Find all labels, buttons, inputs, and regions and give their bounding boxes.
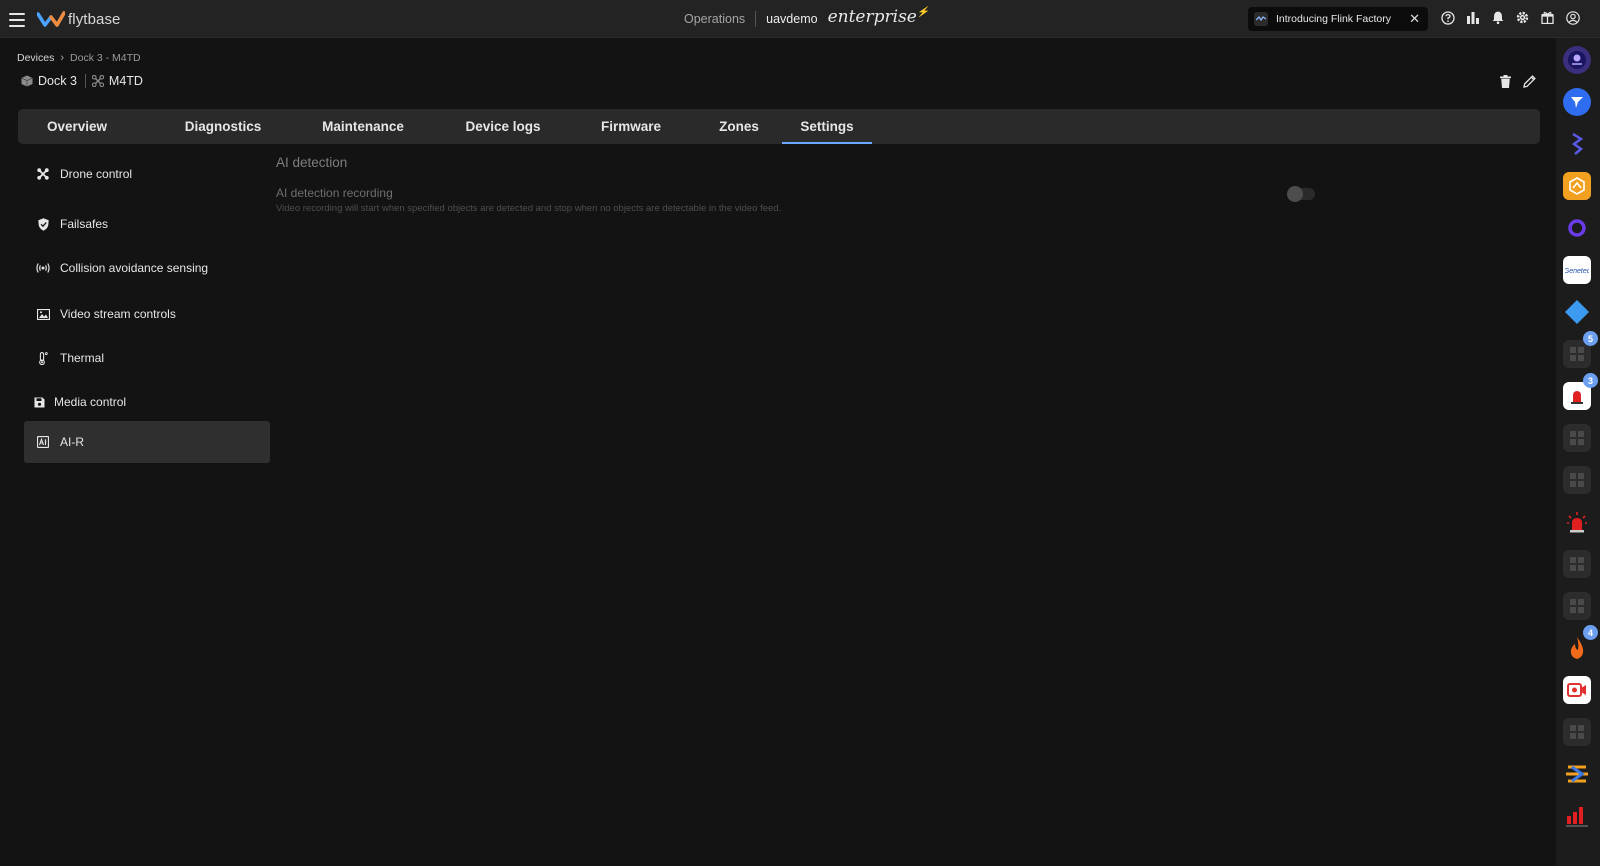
menu-item-label: Failsafes: [60, 217, 109, 231]
promo-text: Introducing Flink Factory: [1276, 13, 1391, 25]
tab-settings[interactable]: Settings: [782, 109, 872, 144]
menu-item-label: Media control: [54, 395, 127, 409]
brand-name: flytbase: [68, 10, 121, 28]
breadcrumb-current: Dock 3 - M4TD: [70, 52, 141, 64]
menu-item-video-stream-controls[interactable]: Video stream controls: [24, 293, 270, 335]
edition-label: enterprise⚡: [827, 7, 930, 27]
setting-description: Video recording will start when specifie…: [276, 203, 782, 214]
workspace-switcher: Operations uavdemo enterprise⚡: [684, 7, 929, 27]
svg-text:Genetec: Genetec: [1565, 268, 1589, 275]
menu-item-label: Drone control: [60, 167, 133, 181]
tab-zones[interactable]: Zones: [698, 109, 780, 144]
dock-name: Dock 3: [38, 74, 77, 88]
app-fire-icon[interactable]: 4: [1563, 625, 1598, 662]
device-tabs: Overview Diagnostics Maintenance Device …: [18, 109, 1540, 144]
app-placeholder-icon[interactable]: [1563, 424, 1591, 452]
shield-icon: [36, 217, 50, 231]
radar-icon: [36, 261, 50, 275]
app-placeholder-icon[interactable]: [1563, 466, 1591, 494]
user-avatar-icon[interactable]: [1565, 10, 1580, 25]
drone-icon: [36, 167, 50, 181]
app-placeholder-icon[interactable]: [1563, 592, 1591, 620]
app-badge: 5: [1583, 331, 1598, 346]
tab-overview[interactable]: Overview: [18, 109, 136, 144]
app-rail: Genetec 5 3 4: [1556, 38, 1600, 866]
breadcrumb-devices-link[interactable]: Devices: [17, 52, 54, 64]
menu-item-failsafes[interactable]: Failsafes: [24, 203, 270, 245]
trash-icon[interactable]: [1498, 74, 1513, 89]
app-video-record-icon[interactable]: [1563, 676, 1591, 704]
menu-item-label: Thermal: [60, 351, 105, 365]
menu-item-drone-control[interactable]: Drone control: [24, 153, 270, 195]
app-siren-icon[interactable]: [1563, 508, 1591, 536]
app-placeholder-icon[interactable]: 5: [1563, 331, 1598, 368]
app-stripes-icon[interactable]: [1563, 760, 1591, 788]
app-alarm-icon[interactable]: 3: [1563, 373, 1598, 410]
app-chart-logo-icon[interactable]: [1563, 802, 1591, 830]
menu-item-label: Video stream controls: [60, 307, 176, 321]
menu-item-media-control[interactable]: Media control: [24, 381, 270, 423]
edition-mark-icon: ⚡: [916, 7, 930, 18]
dock-box-icon: [21, 75, 33, 87]
breadcrumb: Devices › Dock 3 - M4TD: [17, 52, 141, 64]
tab-maintenance[interactable]: Maintenance: [298, 109, 428, 144]
setting-title: AI detection recording: [276, 186, 393, 200]
top-bar: flytbase Operations uavdemo enterprise⚡ …: [0, 0, 1600, 38]
drone-name: M4TD: [108, 74, 143, 88]
analytics-icon[interactable]: [1465, 10, 1480, 25]
title-actions: [1498, 74, 1537, 89]
flink-factory-icon: [1254, 12, 1268, 26]
hamburger-menu-icon[interactable]: [9, 13, 25, 27]
app-genetec-icon[interactable]: Genetec: [1563, 256, 1591, 284]
menu-item-collision-avoidance[interactable]: Collision avoidance sensing: [24, 247, 270, 289]
app-hexagon-icon[interactable]: [1563, 172, 1591, 200]
top-icons: [1440, 10, 1580, 25]
video-stream-icon: [36, 307, 50, 321]
promo-banner[interactable]: Introducing Flink Factory ✕: [1248, 7, 1428, 31]
app-ring-icon[interactable]: [1563, 214, 1591, 242]
app-badge: 3: [1583, 373, 1598, 388]
menu-item-thermal[interactable]: Thermal: [24, 337, 270, 379]
ai-detection-recording-toggle[interactable]: [1287, 186, 1315, 202]
operations-link[interactable]: Operations: [684, 11, 757, 27]
brand-logo[interactable]: flytbase: [37, 9, 121, 29]
app-badge: 4: [1583, 625, 1598, 640]
promo-close-icon[interactable]: ✕: [1409, 11, 1420, 27]
menu-item-label: Collision avoidance sensing: [60, 261, 209, 275]
device-title: Dock 3 M4TD: [21, 74, 143, 88]
gear-icon[interactable]: [1515, 10, 1530, 25]
app-placeholder-icon[interactable]: [1563, 718, 1591, 746]
floppy-icon: [32, 395, 46, 409]
ai-icon: [36, 435, 50, 449]
menu-item-ai-r[interactable]: AI-R: [24, 421, 270, 463]
toggle-knob: [1287, 186, 1303, 202]
drone-icon: [91, 75, 104, 87]
flytbase-logo-icon: [37, 11, 65, 27]
gift-icon[interactable]: [1540, 10, 1555, 25]
app-lightning-icon[interactable]: [1563, 130, 1591, 158]
title-divider: [84, 74, 86, 88]
section-title: AI detection: [276, 155, 348, 170]
bell-icon[interactable]: [1490, 10, 1505, 25]
app-send-icon[interactable]: [1563, 88, 1591, 116]
thermometer-icon: [36, 351, 50, 365]
tab-firmware[interactable]: Firmware: [579, 109, 683, 144]
app-drone-globe-icon[interactable]: [1563, 46, 1591, 74]
org-name[interactable]: uavdemo: [766, 12, 817, 26]
breadcrumb-separator: ›: [60, 52, 65, 64]
app-diamond-icon[interactable]: [1563, 298, 1591, 326]
tab-device-logs[interactable]: Device logs: [443, 109, 563, 144]
app-placeholder-icon[interactable]: [1563, 550, 1591, 578]
edit-pencil-icon[interactable]: [1522, 74, 1537, 89]
tab-diagnostics[interactable]: Diagnostics: [164, 109, 282, 144]
help-icon[interactable]: [1440, 10, 1455, 25]
menu-item-label: AI-R: [60, 435, 84, 449]
